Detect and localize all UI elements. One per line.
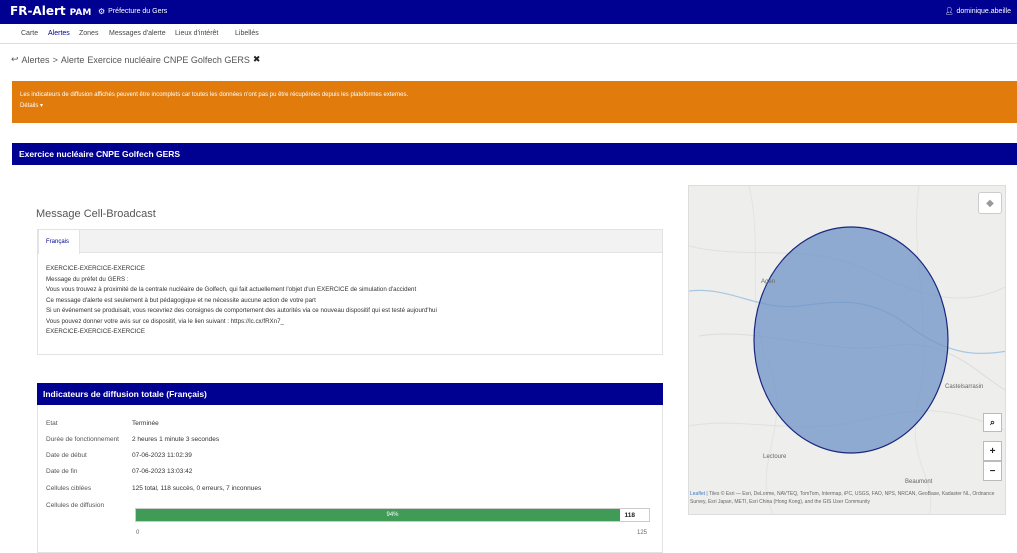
breadcrumb-alerte[interactable]: Alerte (61, 55, 85, 65)
zoom-out-button[interactable]: − (983, 461, 1002, 481)
message-line: Message du préfet du GERS : (46, 275, 129, 283)
alert-title-bar: Exercice nucléaire CNPE Golfech GERS (12, 143, 1017, 165)
indicator-value: Terminée (132, 420, 159, 427)
breadcrumb-current: Exercice nucléaire CNPE Golfech GERS (87, 54, 250, 65)
indicator-label: Cellules de diffusion (46, 502, 105, 509)
warning-message: Les indicateurs de diffusion affichés pe… (20, 92, 409, 98)
map-label-castelsarrasin: Castelsarrasin (945, 384, 984, 390)
message-line: EXERCICE-EXERCICE-EXERCICE (46, 328, 146, 335)
zoom-area-icon[interactable]: ⌕ (983, 413, 1002, 432)
nav-item-lieux[interactable]: Lieux d'intérêt (175, 30, 218, 37)
zoom-in-button[interactable]: + (983, 441, 1002, 461)
brand-pam: PAM (69, 8, 92, 18)
main-nav: Carte Alertes Zones Messages d'alerte Li… (0, 24, 1017, 44)
map-label-agen: Agen (761, 279, 776, 285)
user-icon: 👤︎ (944, 8, 954, 15)
diffusion-progress-bar: 94% 118 (135, 508, 650, 522)
message-line: EXERCICE-EXERCICE-EXERCICE (46, 265, 146, 272)
message-line: Si un événement se produisait, vous rece… (46, 307, 437, 314)
message-line: Vous pouvez donner votre avis sur ce dis… (46, 317, 284, 325)
map-label-beaumont: Beaumont (905, 479, 933, 485)
progress-count: 118 (624, 512, 636, 519)
attribution-text: | Tiles © Esri — Esri, DeLorme, NAVTEQ, … (690, 491, 995, 505)
indicator-value: 2 heures 1 minute 3 secondes (132, 436, 220, 443)
details-toggle[interactable]: Détails ▾ (20, 102, 43, 109)
cell-broadcast-title: Message Cell-Broadcast (36, 208, 156, 220)
progress-min: 0 (136, 530, 140, 536)
nav-item-libelles[interactable]: Libellés (235, 30, 259, 37)
leaflet-link[interactable]: Leaflet (690, 491, 705, 497)
back-icon[interactable]: ↩ (11, 54, 19, 65)
nav-item-carte[interactable]: Carte (21, 30, 38, 37)
progress-percent: 94% (386, 512, 399, 518)
prefecture-label: Préfecture du Gers (108, 8, 168, 15)
indicator-value: 07-06-2023 13:03:42 (132, 468, 193, 475)
nav-item-zones[interactable]: Zones (79, 30, 98, 37)
brand-logo[interactable]: FR-Alert PAM (10, 4, 91, 18)
tab-francais[interactable]: Français (38, 229, 80, 254)
map-attribution: Leaflet | Tiles © Esri — Esri, DeLorme, … (690, 490, 1006, 506)
alert-zone-circle (753, 226, 949, 454)
user-name: dominique.abeille (956, 7, 1011, 15)
warning-banner: Les indicateurs de diffusion affichés pe… (12, 81, 1017, 123)
nav-item-alertes[interactable]: Alertes (48, 30, 70, 37)
indicators-panel: Etat Terminée Durée de fonctionnement 2 … (37, 405, 663, 553)
indicator-value: 07-06-2023 11:02:39 (132, 452, 192, 459)
cell-broadcast-message: EXERCICE-EXERCICE-EXERCICE Message du pr… (37, 253, 663, 355)
message-line: Vous vous trouvez à proximité de la cent… (46, 286, 417, 293)
alert-zone-map[interactable]: Agen Castelsarrasin Lectoure Beaumont (688, 185, 1006, 515)
brand-fr-alert: FR-Alert (10, 4, 66, 18)
map-canvas (689, 186, 1005, 514)
top-bar: FR-Alert PAM ⚙ Préfecture du Gers 👤︎ domi… (0, 0, 1017, 24)
indicators-title: Indicateurs de diffusion totale (Françai… (43, 389, 207, 399)
language-tabs: Français (37, 229, 663, 254)
map-label-lectoure: Lectoure (763, 454, 787, 460)
gear-icon: ⚙ (98, 7, 106, 16)
indicator-label: Etat (46, 420, 58, 427)
prefecture-selector[interactable]: ⚙ Préfecture du Gers (98, 7, 167, 16)
indicator-label: Date de fin (46, 468, 78, 475)
alert-title: Exercice nucléaire CNPE Golfech GERS (19, 149, 181, 159)
breadcrumb: ↩ Alertes > Alerte Exercice nucléaire CN… (11, 54, 260, 65)
message-line: Ce message d'alerte est seulement à but … (46, 296, 316, 304)
indicator-label: Date de début (46, 452, 87, 459)
breadcrumb-alertes[interactable]: Alertes (22, 55, 50, 65)
breadcrumb-separator: > (52, 54, 58, 65)
nav-item-messages[interactable]: Messages d'alerte (109, 30, 166, 37)
progress-max: 125 (637, 530, 648, 536)
layers-icon[interactable]: ◆ (978, 192, 1002, 214)
user-menu[interactable]: 👤︎ dominique.abeille (944, 7, 1011, 16)
close-icon[interactable]: ✖ (253, 54, 261, 65)
indicators-header: Indicateurs de diffusion totale (Françai… (37, 383, 663, 405)
indicator-label: Cellules ciblées (46, 485, 92, 492)
indicator-value: 125 total, 118 succès, 0 erreurs, 7 inco… (132, 485, 262, 492)
indicator-label: Durée de fonctionnement (46, 436, 119, 443)
tab-francais-label: Français (46, 239, 70, 245)
